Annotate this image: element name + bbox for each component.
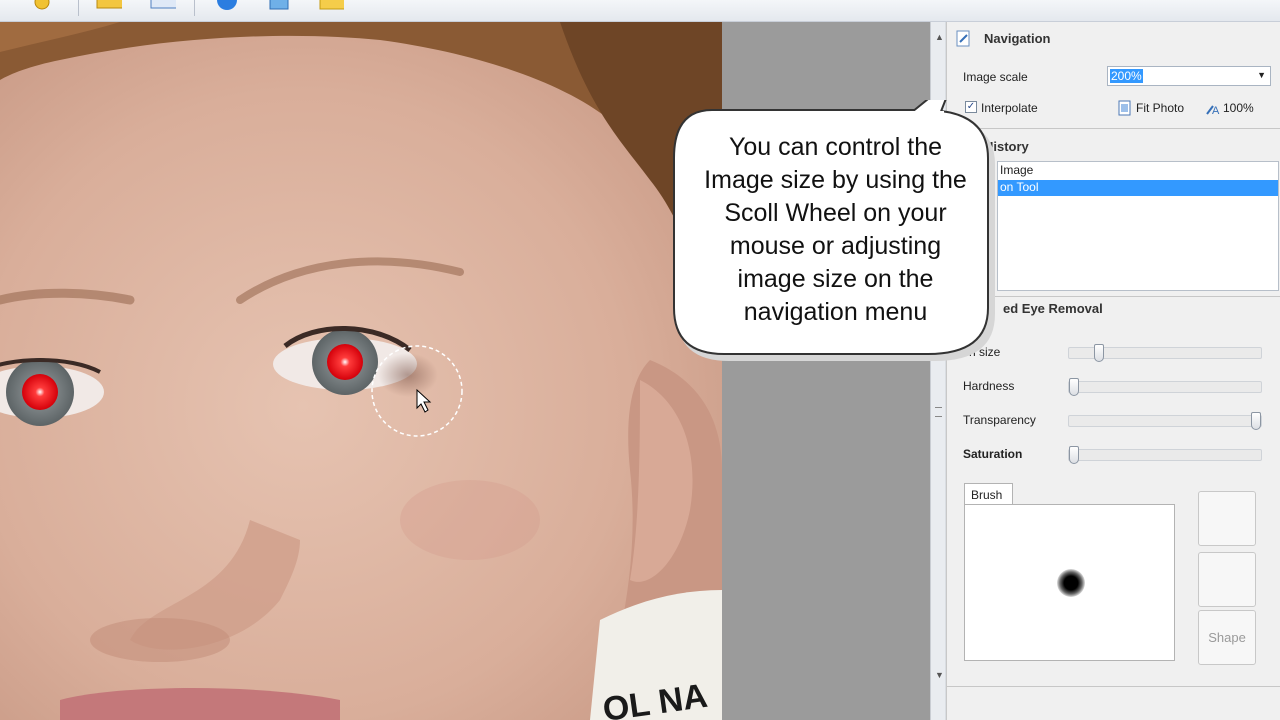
image-scale-value[interactable]: 200% xyxy=(1110,69,1143,83)
hardness-label: Hardness xyxy=(963,379,1015,393)
history-list[interactable]: Image on Tool xyxy=(997,161,1279,291)
shape-button-label: Shape xyxy=(1208,630,1246,645)
callout-text: You can control the Image size by using … xyxy=(672,131,999,329)
tab-brush[interactable]: Brush xyxy=(964,483,1013,505)
svg-text:A: A xyxy=(1212,105,1220,116)
transparency-label: Transparency xyxy=(963,413,1036,427)
splitter-grip-icon[interactable] xyxy=(935,407,942,417)
zoom-icon: A xyxy=(1206,105,1220,116)
toolbar-separator xyxy=(78,0,79,16)
brush-option-button[interactable] xyxy=(1198,552,1256,607)
window-icon[interactable] xyxy=(150,0,176,12)
expand-arrow-icon[interactable]: ▼ xyxy=(935,670,944,680)
callout-line: Scoll Wheel on your xyxy=(724,199,947,227)
history-item-label: Image xyxy=(1000,163,1034,177)
toolbar xyxy=(0,0,1280,22)
chevron-down-icon[interactable]: ▼ xyxy=(1257,70,1266,80)
folder-open-icon[interactable] xyxy=(28,0,54,12)
info-icon[interactable] xyxy=(214,0,240,12)
slider-thumb[interactable] xyxy=(1251,412,1261,430)
slider-thumb[interactable] xyxy=(1094,344,1104,362)
brush-preview xyxy=(964,504,1175,661)
divider xyxy=(947,686,1280,687)
fit-photo-label: Fit Photo xyxy=(1136,101,1185,115)
zoom-100-label: 100% xyxy=(1223,101,1254,115)
callout-line: You can control the xyxy=(728,133,943,161)
callout-line: Image size by using the xyxy=(704,166,967,194)
slider-thumb[interactable] xyxy=(1069,378,1079,396)
callout-line: mouse or adjusting xyxy=(729,232,942,260)
red-eye-title: ed Eye Removal xyxy=(1003,301,1103,316)
fit-photo-icon xyxy=(1118,100,1131,116)
callout-line: image size on the xyxy=(737,265,934,293)
navigation-icon xyxy=(956,30,970,47)
history-item-selected[interactable]: on Tool xyxy=(998,180,1278,196)
saturation-label: Saturation xyxy=(963,447,1023,461)
callout-line: navigation menu xyxy=(743,298,928,326)
toolbar-separator xyxy=(194,0,195,16)
hardness-slider[interactable] xyxy=(1068,378,1262,396)
save-icon[interactable] xyxy=(96,0,122,12)
photo-canvas[interactable]: OL NA xyxy=(0,22,722,720)
folder-icon[interactable] xyxy=(318,0,344,12)
saturation-slider[interactable] xyxy=(1068,446,1262,464)
image-scale-label: Image scale xyxy=(963,70,1028,84)
shape-button[interactable]: Shape xyxy=(1198,610,1256,665)
image-scale-dropdown[interactable]: 200% ▼ xyxy=(1107,66,1271,86)
collapse-arrow-icon[interactable]: ▲ xyxy=(935,32,944,42)
history-item[interactable]: Image xyxy=(998,163,1278,179)
share-icon[interactable] xyxy=(266,0,292,12)
navigation-title: Navigation xyxy=(984,31,1051,46)
history-item-label: on Tool xyxy=(1000,180,1039,194)
portrait-photo: OL NA xyxy=(0,22,722,720)
tab-brush-label: Brush xyxy=(971,488,1003,502)
slider-thumb[interactable] xyxy=(1069,446,1079,464)
brush-option-button[interactable] xyxy=(1198,491,1256,546)
transparency-slider[interactable] xyxy=(1068,412,1262,430)
brush-dot xyxy=(1057,569,1085,597)
brush-size-slider[interactable] xyxy=(1068,344,1262,362)
